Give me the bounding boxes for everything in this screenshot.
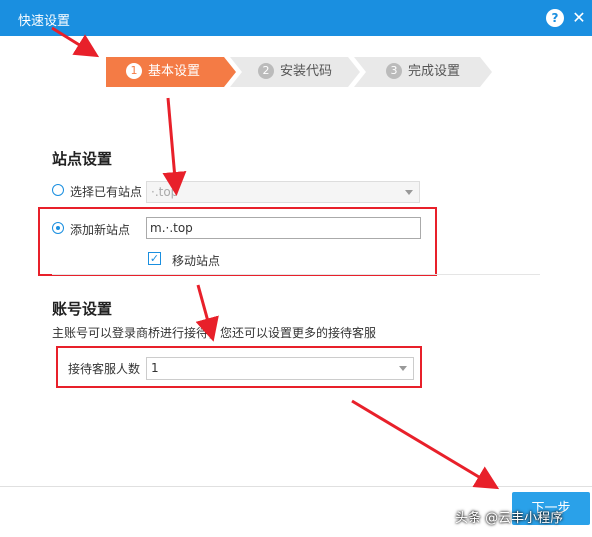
step-basic-settings[interactable]: 1 基本设置 — [106, 57, 236, 87]
step-label: 安装代码 — [280, 64, 333, 79]
step-number: 2 — [258, 63, 274, 79]
step-label: 完成设置 — [408, 64, 461, 79]
close-icon[interactable]: ✕ — [570, 9, 588, 27]
step-number: 3 — [386, 63, 402, 79]
highlight-box-new-site — [38, 207, 437, 276]
help-icon[interactable]: ? — [546, 9, 564, 27]
step-finish-settings[interactable]: 3 完成设置 — [354, 57, 492, 87]
arrow-to-new-site — [162, 97, 187, 196]
step-install-code[interactable]: 2 安装代码 — [230, 57, 360, 87]
existing-site-radio[interactable] — [52, 184, 64, 196]
footer-divider — [0, 486, 592, 487]
step-number: 1 — [126, 63, 142, 79]
account-description: 主账号可以登录商桥进行接待，您还可以设置更多的接待客服 — [52, 326, 377, 340]
watermark: 头条 @云丰小程序 — [455, 511, 564, 526]
chevron-down-icon — [405, 190, 413, 195]
window-title: 快速设置 — [18, 14, 71, 29]
existing-site-select[interactable]: ·.top — [146, 181, 420, 203]
site-settings-title: 站点设置 — [52, 150, 113, 168]
account-settings-title: 账号设置 — [52, 300, 113, 318]
highlight-box-staff-count — [56, 346, 422, 388]
arrow-to-next-button — [351, 399, 500, 490]
step-label: 基本设置 — [148, 64, 201, 79]
title-bar: 快速设置 ? ✕ — [0, 0, 592, 36]
section-divider — [52, 274, 540, 275]
existing-site-label: 选择已有站点 — [70, 185, 143, 199]
existing-site-value: ·.top — [151, 185, 179, 199]
